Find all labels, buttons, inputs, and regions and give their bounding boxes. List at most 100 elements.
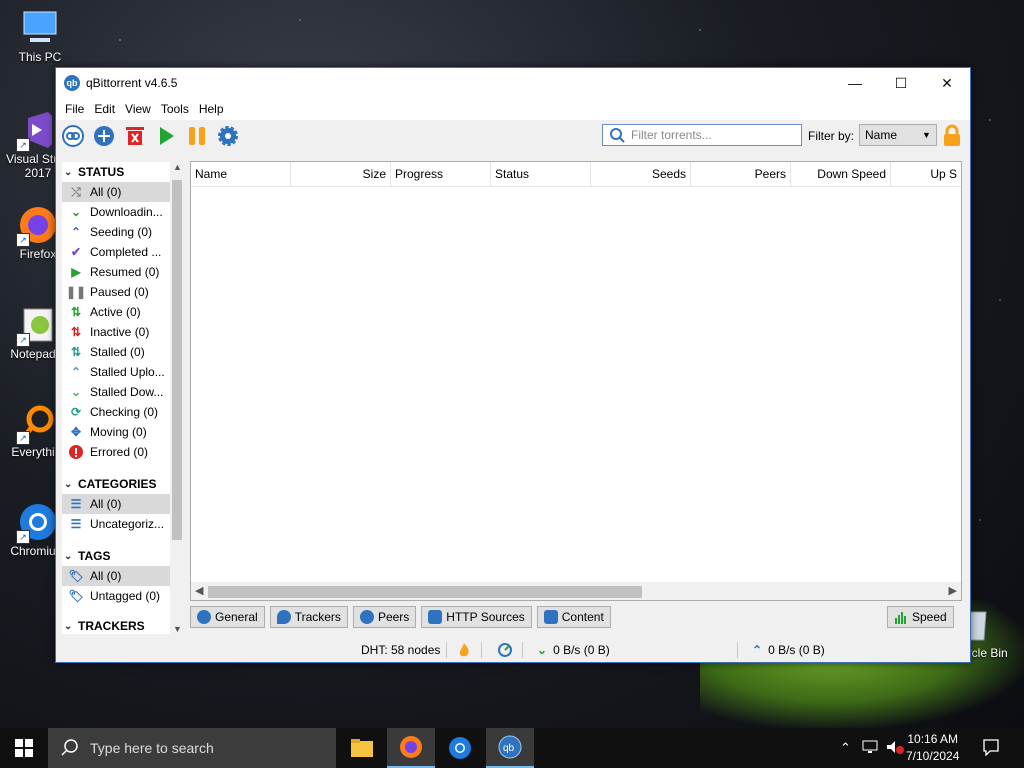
tab-general[interactable]: General <box>190 606 265 628</box>
pause-icon: ❚❚ <box>65 285 87 299</box>
status-bar: DHT: 58 nodes ⌄ 0 B/s (0 B) ⌃ 0 B/s (0 B… <box>56 638 970 662</box>
status-filter-completed[interactable]: ✔ Completed ... <box>62 242 170 262</box>
close-button[interactable]: ✕ <box>924 68 970 98</box>
filters-sidebar: ⌄ STATUS ⤭ All (0) ⌄ Downloadin... ⌃ See… <box>62 162 170 634</box>
menu-view[interactable]: View <box>120 102 156 116</box>
column-progress[interactable]: Progress <box>391 162 491 186</box>
flame-icon[interactable] <box>457 642 471 658</box>
sidebar-scrollbar-thumb[interactable] <box>172 180 182 540</box>
maximize-button[interactable]: ☐ <box>878 68 924 98</box>
map-pin-icon <box>276 610 291 624</box>
taskbar-clock[interactable]: 10:16 AM 7/10/2024 <box>906 731 959 765</box>
tab-http-sources[interactable]: HTTP Sources <box>421 606 532 628</box>
shortcut-arrow-icon: ↗ <box>16 333 30 347</box>
tags-section-header[interactable]: ⌄ TAGS <box>62 546 170 566</box>
volume-muted-icon[interactable] <box>886 740 904 757</box>
title-bar[interactable]: qb qBittorrent v4.6.5 — ☐ ✕ <box>56 68 970 98</box>
lock-icon[interactable] <box>942 124 962 148</box>
status-divider <box>446 642 447 658</box>
upload-speed-status[interactable]: ⌃ 0 B/s (0 B) <box>752 643 825 657</box>
updown-red-icon: ⇅ <box>70 325 82 339</box>
list-icon: ☰ <box>70 517 82 531</box>
status-filter-moving[interactable]: ✥ Moving (0) <box>62 422 170 442</box>
filter-by-select[interactable]: Name ▼ <box>859 124 937 146</box>
menu-edit[interactable]: Edit <box>89 102 120 116</box>
start-button[interactable] <box>0 728 48 768</box>
minimize-button[interactable]: — <box>832 68 878 98</box>
notification-center-icon[interactable] <box>982 738 1000 759</box>
add-torrent-link-button[interactable] <box>60 123 86 149</box>
status-filter-stalled-downloading[interactable]: ⌄ Stalled Dow... <box>62 382 170 402</box>
transfer-list[interactable]: Name Size Progress Status Seeds Peers Do… <box>190 161 962 601</box>
category-filter-all[interactable]: ☰ All (0) <box>62 494 170 514</box>
category-filter-uncategorized[interactable]: ☰ Uncategoriz... <box>62 514 170 534</box>
stalled-download-icon: ⌄ <box>70 385 82 399</box>
categories-section-header[interactable]: ⌄ CATEGORIES <box>62 474 170 494</box>
download-speed-value: 0 B/s (0 B) <box>553 643 610 657</box>
taskbar-file-explorer[interactable] <box>338 728 386 768</box>
scroll-right-arrow-icon[interactable]: ▶ <box>949 584 957 597</box>
add-torrent-file-button[interactable] <box>91 123 117 149</box>
status-filter-resumed[interactable]: ▶ Resumed (0) <box>62 262 170 282</box>
connection-status-icon[interactable] <box>497 642 513 658</box>
column-seeds[interactable]: Seeds <box>591 162 691 186</box>
tab-trackers[interactable]: Trackers <box>269 606 348 628</box>
desktop-icon-this-pc[interactable]: This PC <box>4 8 76 64</box>
trackers-section-header[interactable]: ⌄ TRACKERS <box>62 616 170 634</box>
menu-file[interactable]: File <box>60 102 89 116</box>
status-filter-checking[interactable]: ⟳ Checking (0) <box>62 402 170 422</box>
play-icon <box>160 127 174 145</box>
firefox-icon <box>400 736 422 758</box>
download-chevrons-icon: ⌄ <box>70 205 82 219</box>
status-filter-paused[interactable]: ❚❚ Paused (0) <box>62 282 170 302</box>
scroll-up-arrow-icon[interactable]: ▲ <box>173 162 182 172</box>
status-filter-inactive[interactable]: ⇅ Inactive (0) <box>62 322 170 342</box>
download-speed-status[interactable]: ⌄ 0 B/s (0 B) <box>537 643 610 657</box>
options-button[interactable] <box>215 123 241 149</box>
menu-help[interactable]: Help <box>194 102 229 116</box>
status-filter-downloading[interactable]: ⌄ Downloadin... <box>62 202 170 222</box>
taskbar-search-box[interactable]: Type here to search <box>48 728 336 768</box>
bar-chart-icon <box>895 612 906 624</box>
taskbar-firefox[interactable] <box>387 728 435 768</box>
status-filter-all[interactable]: ⤭ All (0) <box>62 182 170 202</box>
status-filter-errored[interactable]: Errored (0) <box>62 442 170 462</box>
column-peers[interactable]: Peers <box>691 162 791 186</box>
column-size[interactable]: Size <box>291 162 391 186</box>
column-up-speed[interactable]: Up S <box>891 162 961 186</box>
status-filter-seeding[interactable]: ⌃ Seeding (0) <box>62 222 170 242</box>
tag-filter-all[interactable]: 🏷 All (0) <box>62 566 170 586</box>
scroll-down-arrow-icon[interactable]: ▼ <box>173 624 182 634</box>
tab-speed[interactable]: Speed <box>887 606 954 628</box>
taskbar-chromium[interactable] <box>436 728 484 768</box>
status-filter-active[interactable]: ⇅ Active (0) <box>62 302 170 322</box>
taskbar-qbittorrent[interactable]: qb <box>486 728 534 768</box>
pause-button[interactable] <box>184 123 210 149</box>
tag-filter-untagged[interactable]: 🏷 Untagged (0) <box>62 586 170 606</box>
download-chevrons-icon: ⌄ <box>537 643 548 657</box>
scroll-left-arrow-icon[interactable]: ◀ <box>195 584 203 597</box>
remove-torrent-button[interactable] <box>122 123 148 149</box>
status-section-header[interactable]: ⌄ STATUS <box>62 162 170 182</box>
hscrollbar-thumb[interactable] <box>208 586 642 598</box>
network-icon[interactable] <box>862 740 878 757</box>
list-icon: ☰ <box>70 497 82 511</box>
tab-peers[interactable]: Peers <box>352 606 417 628</box>
show-hidden-icons-chevron-icon[interactable]: ⌃ <box>840 740 851 756</box>
resume-button[interactable] <box>153 123 179 149</box>
play-icon: ▶ <box>71 265 81 279</box>
filter-torrents-input[interactable]: Filter torrents... <box>602 124 802 146</box>
transfer-list-hscrollbar[interactable]: ◀ ▶ <box>191 582 961 600</box>
status-filter-label: Seeding (0) <box>90 225 153 239</box>
error-icon <box>68 444 84 460</box>
menu-tools[interactable]: Tools <box>156 102 194 116</box>
users-icon <box>359 610 374 624</box>
sidebar-scrollbar[interactable]: ▲ ▼ <box>170 162 184 634</box>
database-icon <box>428 610 443 624</box>
column-name[interactable]: Name <box>191 162 291 186</box>
status-filter-stalled[interactable]: ⇅ Stalled (0) <box>62 342 170 362</box>
column-down-speed[interactable]: Down Speed <box>791 162 891 186</box>
tab-content[interactable]: Content <box>536 606 611 628</box>
column-status[interactable]: Status <box>491 162 591 186</box>
status-filter-stalled-uploading[interactable]: ⌃ Stalled Uplo... <box>62 362 170 382</box>
